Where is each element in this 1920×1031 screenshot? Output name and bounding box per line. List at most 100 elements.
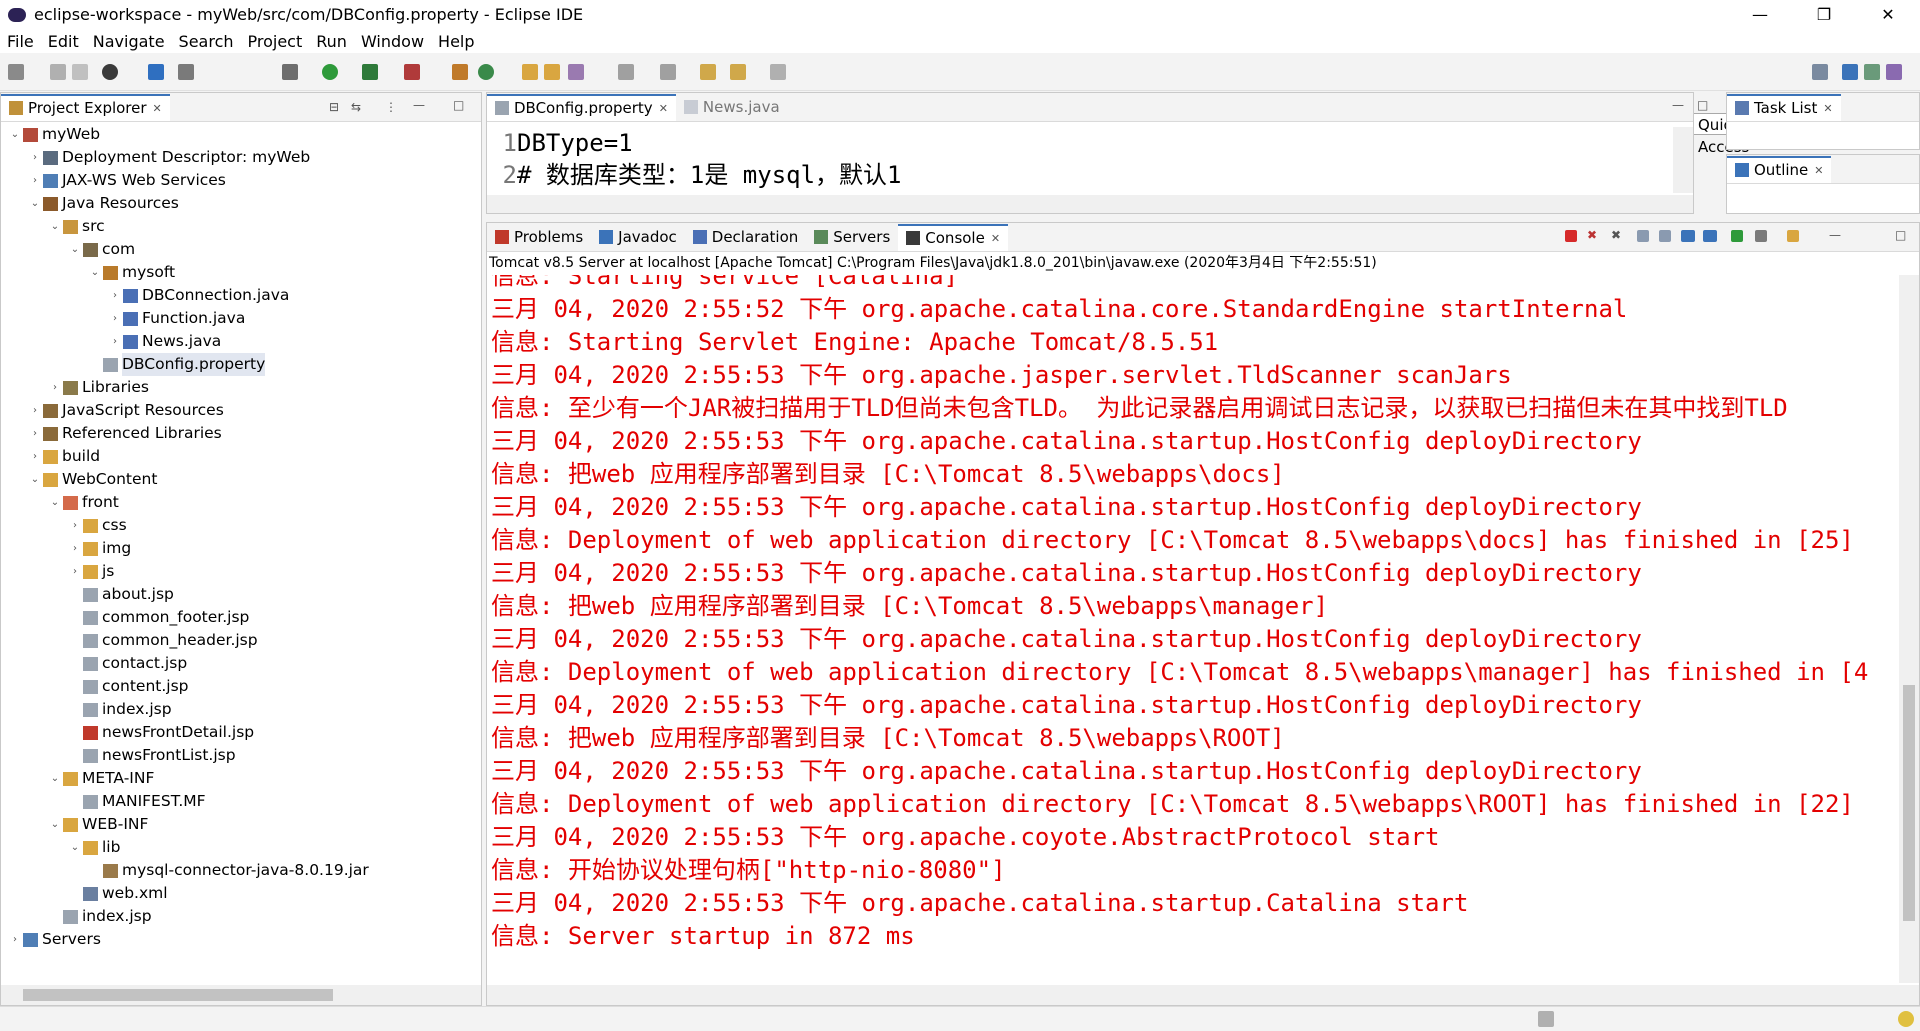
tree-item[interactable]: newsFrontList.jsp xyxy=(67,744,236,767)
collapse-all-icon[interactable]: ⊟ xyxy=(329,100,339,114)
previous-annotation-icon[interactable] xyxy=(660,64,676,80)
java-perspective-icon[interactable] xyxy=(1886,64,1902,80)
tree-item[interactable]: mysql-connector-java-8.0.19.jar xyxy=(87,859,369,882)
open-task-icon[interactable] xyxy=(544,64,560,80)
tree-item[interactable]: › build xyxy=(27,445,100,468)
tree-item[interactable]: ⌄ Java Resources xyxy=(27,192,179,215)
menu-help[interactable]: Help xyxy=(438,32,474,51)
tree-item[interactable]: index.jsp xyxy=(47,905,152,928)
close-icon[interactable]: ✕ xyxy=(991,232,1000,245)
tree-item[interactable]: › Servers xyxy=(7,928,101,951)
tree-item[interactable]: ⌄ src xyxy=(47,215,105,238)
tab-javadoc[interactable]: Javadoc xyxy=(591,224,685,251)
remove-launch-icon[interactable]: ✖ xyxy=(1587,228,1597,242)
tree-item[interactable]: › img xyxy=(67,537,131,560)
tree-item[interactable]: common_footer.jsp xyxy=(67,606,249,629)
tree-item[interactable]: common_header.jsp xyxy=(67,629,258,652)
open-console-icon[interactable] xyxy=(1787,230,1799,242)
expanded-arrow-icon[interactable]: ⌄ xyxy=(7,123,23,146)
show-on-output-icon[interactable] xyxy=(1681,230,1695,242)
view-menu-icon[interactable]: ⋮ xyxy=(385,100,397,114)
maximize-view-icon[interactable]: □ xyxy=(1895,228,1906,242)
console-horizontal-scrollbar[interactable] xyxy=(487,985,1919,1005)
next-annotation-icon[interactable] xyxy=(618,64,634,80)
tree-item[interactable]: about.jsp xyxy=(67,583,174,606)
tree-item[interactable]: contact.jsp xyxy=(67,652,187,675)
tab-task-list[interactable]: Task List ✕ xyxy=(1727,93,1841,121)
collapsed-arrow-icon[interactable]: › xyxy=(27,445,43,468)
expanded-arrow-icon[interactable]: ⌄ xyxy=(47,767,63,790)
collapsed-arrow-icon[interactable]: › xyxy=(7,928,23,951)
run-icon[interactable] xyxy=(322,64,338,80)
terminal-icon[interactable] xyxy=(148,64,164,80)
tree-item[interactable]: › css xyxy=(67,514,127,537)
collapsed-arrow-icon[interactable]: › xyxy=(47,376,63,399)
tree-item[interactable]: MANIFEST.MF xyxy=(67,790,206,813)
scroll-thumb[interactable] xyxy=(23,989,333,1001)
back-icon[interactable] xyxy=(730,64,746,80)
tree-item[interactable]: › Libraries xyxy=(47,376,149,399)
minimize-button[interactable]: — xyxy=(1728,0,1792,29)
horizontal-scrollbar[interactable] xyxy=(1,985,481,1005)
last-edit-icon[interactable] xyxy=(700,64,716,80)
tree-item[interactable]: ⌄ lib xyxy=(67,836,121,859)
menu-run[interactable]: Run xyxy=(316,32,347,51)
expanded-arrow-icon[interactable]: ⌄ xyxy=(27,192,43,215)
new-java-project-icon[interactable] xyxy=(452,64,468,80)
menu-file[interactable]: File xyxy=(7,32,34,51)
expanded-arrow-icon[interactable]: ⌄ xyxy=(47,491,63,514)
tree-item[interactable]: › Deployment Descriptor: myWeb xyxy=(27,146,310,169)
link-with-editor-icon[interactable]: ⇆ xyxy=(351,100,361,114)
external-tools-icon[interactable] xyxy=(404,64,420,80)
tree-item[interactable]: › News.java xyxy=(107,330,221,353)
menu-navigate[interactable]: Navigate xyxy=(93,32,165,51)
coverage-icon[interactable] xyxy=(362,64,378,80)
forward-icon[interactable] xyxy=(770,64,786,80)
expanded-arrow-icon[interactable]: ⌄ xyxy=(27,468,43,491)
menu-search[interactable]: Search xyxy=(179,32,234,51)
clear-console-icon[interactable] xyxy=(1637,230,1649,242)
terminate-icon[interactable] xyxy=(1565,230,1577,242)
tab-servers[interactable]: Servers xyxy=(806,224,898,251)
tree-item[interactable]: web.xml xyxy=(67,882,168,905)
tab-outline[interactable]: Outline ✕ xyxy=(1727,155,1832,183)
tree-item[interactable]: › Function.java xyxy=(107,307,245,330)
collapsed-arrow-icon[interactable]: › xyxy=(67,514,83,537)
editor-content[interactable]: 1DBType=1 2# 数据库类型：1是 mysql，默认1 xyxy=(497,127,902,191)
save-all-icon[interactable] xyxy=(72,64,88,80)
tree-item[interactable]: content.jsp xyxy=(67,675,189,698)
tree-item[interactable]: ⌄ META-INF xyxy=(47,767,155,790)
tip-icon[interactable] xyxy=(1898,1011,1914,1027)
editor-horizontal-scrollbar[interactable] xyxy=(487,195,1693,213)
console-vertical-scrollbar[interactable] xyxy=(1899,275,1919,983)
collapsed-arrow-icon[interactable]: › xyxy=(27,146,43,169)
search-icon[interactable] xyxy=(568,64,584,80)
close-icon[interactable]: ✕ xyxy=(659,102,668,115)
java-ee-perspective-icon[interactable] xyxy=(1842,64,1858,80)
collapsed-arrow-icon[interactable]: › xyxy=(27,422,43,445)
collapsed-arrow-icon[interactable]: › xyxy=(67,560,83,583)
menu-window[interactable]: Window xyxy=(361,32,424,51)
skip-breakpoints-icon[interactable] xyxy=(178,64,194,80)
maximize-view-icon[interactable]: □ xyxy=(453,98,464,112)
debug-perspective-switch-icon[interactable] xyxy=(1864,64,1880,80)
close-button[interactable]: ✕ xyxy=(1856,0,1920,29)
open-type-icon[interactable] xyxy=(522,64,538,80)
scroll-lock-icon[interactable] xyxy=(1659,230,1671,242)
minimize-view-icon[interactable]: — xyxy=(1829,228,1841,242)
tree-item[interactable]: ⌄ mysoft xyxy=(87,261,175,284)
expanded-arrow-icon[interactable]: ⌄ xyxy=(47,215,63,238)
editor-vertical-scrollbar[interactable] xyxy=(1673,127,1693,193)
expanded-arrow-icon[interactable]: ⌄ xyxy=(87,261,103,284)
collapsed-arrow-icon[interactable]: › xyxy=(107,307,123,330)
tab-dbconfig-property[interactable]: DBConfig.property ✕ xyxy=(487,93,676,121)
expanded-arrow-icon[interactable]: ⌄ xyxy=(67,238,83,261)
pin-console-icon[interactable] xyxy=(1731,230,1743,242)
collapsed-arrow-icon[interactable]: › xyxy=(27,169,43,192)
maximize-view-icon[interactable]: □ xyxy=(1697,98,1708,112)
debug-perspective-icon[interactable] xyxy=(102,64,118,80)
tree-item[interactable]: DBConfig.property xyxy=(87,353,266,376)
open-perspective-icon[interactable] xyxy=(1812,64,1828,80)
tab-console[interactable]: Console ✕ xyxy=(898,223,1009,251)
tree-item[interactable]: › Referenced Libraries xyxy=(27,422,222,445)
